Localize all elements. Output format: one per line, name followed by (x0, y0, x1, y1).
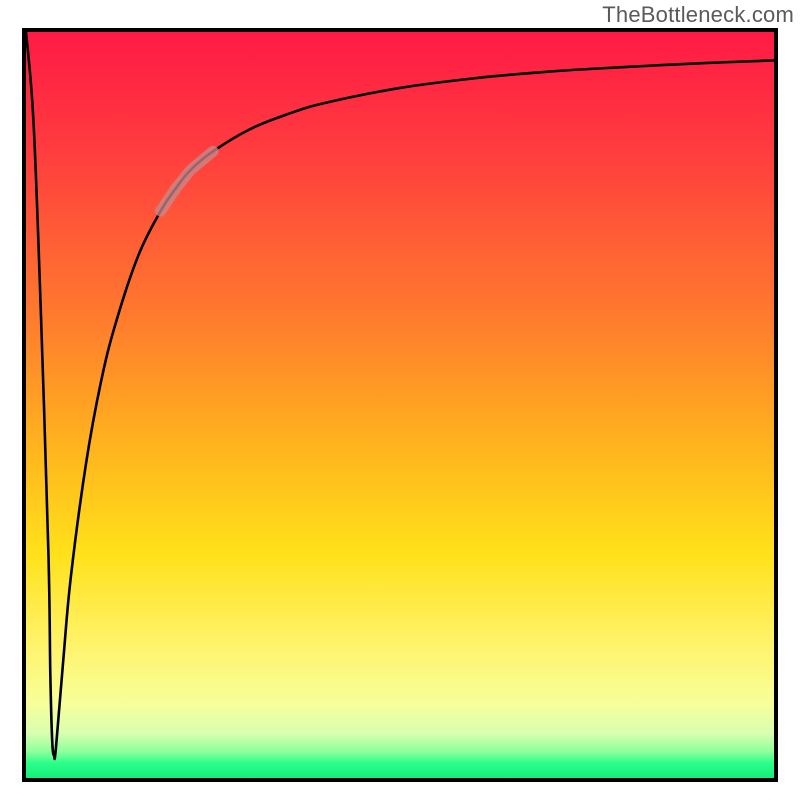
watermark-text: TheBottleneck.com (602, 2, 794, 28)
curve-layer (26, 32, 774, 778)
plot-area (22, 28, 778, 782)
bottleneck-curve (26, 32, 774, 759)
curve-highlight-segment (161, 151, 213, 211)
chart-frame: TheBottleneck.com (0, 0, 800, 800)
